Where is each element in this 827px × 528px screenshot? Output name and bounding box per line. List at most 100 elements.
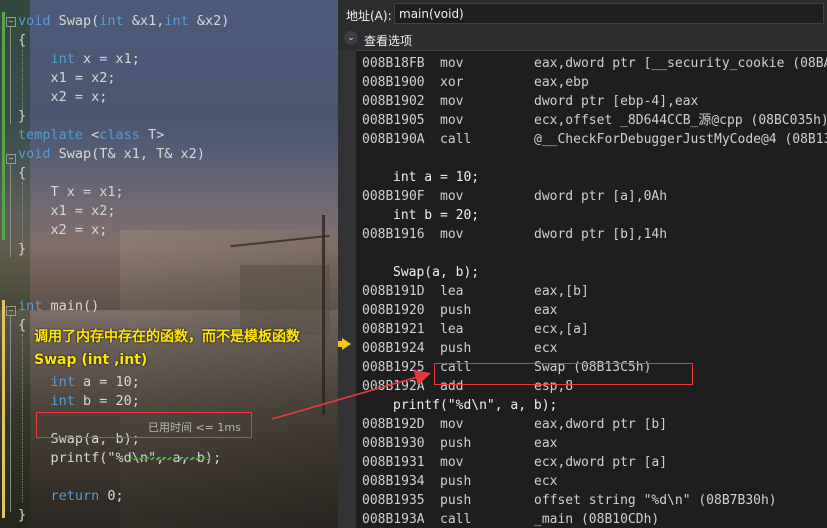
code-token: x1 = x2; xyxy=(18,203,116,219)
code-line[interactable]: int x = x1; xyxy=(18,50,140,69)
source-annotation-row: printf("%d\n", a, b); xyxy=(393,398,558,413)
source-editor[interactable]: − − − void Swap(int &x1,int &x2){ int x … xyxy=(0,0,338,528)
asm-row[interactable]: 008B1920 push eax xyxy=(356,301,827,320)
keyword-token: int xyxy=(50,393,75,409)
asm-address: 008B190F xyxy=(362,189,425,204)
asm-row[interactable]: 008B191D lea eax,[b] xyxy=(356,282,827,301)
asm-row[interactable]: 008B193A call _main (08B10CDh) xyxy=(356,510,827,528)
asm-operands: @__CheckForDebuggerJustMyCode@4 (08B13 xyxy=(534,132,827,147)
instruction-pointer-arrow-icon xyxy=(338,338,351,350)
asm-row[interactable]: 008B18FB mov eax,dword ptr [__security_coo… xyxy=(356,54,827,73)
asm-row[interactable]: 008B1934 push ecx xyxy=(356,472,827,491)
code-line[interactable]: template <class T> xyxy=(18,126,164,145)
code-token: b = 20; xyxy=(74,393,140,409)
asm-address: 008B1920 xyxy=(362,303,425,318)
code-token: } xyxy=(18,241,27,257)
asm-mnemonic: push xyxy=(440,341,472,356)
asm-address: 008B1905 xyxy=(362,113,425,128)
code-token: T x = x1; xyxy=(18,184,124,200)
view-options-bar[interactable]: ⌄ 查看选项 xyxy=(338,28,827,51)
warning-squiggle xyxy=(130,457,210,460)
code-line[interactable]: x2 = x; xyxy=(18,88,108,107)
address-bar: 地址(A): main(void) xyxy=(338,0,827,29)
fold-line xyxy=(10,316,11,512)
collapse-toggle-icon[interactable]: − xyxy=(6,17,16,27)
asm-address: 008B1934 xyxy=(362,474,425,489)
collapse-toggle-icon[interactable]: − xyxy=(6,154,16,164)
asm-mnemonic: lea xyxy=(440,284,464,299)
asm-mnemonic: call xyxy=(440,512,472,527)
code-line[interactable]: int main() xyxy=(18,297,99,316)
code-line[interactable]: { xyxy=(18,316,26,335)
asm-address: 008B193A xyxy=(362,512,425,527)
asm-row[interactable]: 008B1935 push offset string "%d\n" (08B7B3… xyxy=(356,491,827,510)
disassembly-listing[interactable]: 008B18FB mov eax,dword ptr [__security_coo… xyxy=(356,50,827,528)
code-line[interactable]: void Swap(T& x1, T& x2) xyxy=(18,145,205,164)
address-label: 地址(A): xyxy=(346,9,392,23)
code-line[interactable]: T x = x1; xyxy=(18,183,124,202)
collapse-toggle-icon[interactable]: − xyxy=(6,306,16,316)
keyword-token: template xyxy=(18,127,84,143)
code-line[interactable]: x2 = x; xyxy=(18,221,108,240)
keyword-token: int xyxy=(18,298,43,314)
source-annotation-row: int b = 20; xyxy=(393,208,480,223)
asm-row[interactable]: 008B1931 mov ecx,dword ptr [a] xyxy=(356,453,827,472)
asm-operands: offset string "%d\n" (08B7B30h) xyxy=(534,493,777,508)
asm-row[interactable]: 008B1921 lea ecx,[a] xyxy=(356,320,827,339)
indent-guide xyxy=(22,334,23,502)
keyword-token: class xyxy=(99,127,140,143)
asm-address: 008B1921 xyxy=(362,322,425,337)
asm-mnemonic: push xyxy=(440,474,472,489)
asm-row[interactable]: 008B1924 push ecx xyxy=(356,339,827,358)
asm-address: 008B192A xyxy=(362,379,425,394)
call-swap-highlight xyxy=(434,363,693,385)
code-line[interactable]: return 0; xyxy=(18,487,124,506)
indicator-margin[interactable] xyxy=(338,50,356,528)
keyword-token: int xyxy=(164,13,189,29)
asm-address: 008B1931 xyxy=(362,455,425,470)
asm-mnemonic: push xyxy=(440,303,472,318)
asm-row[interactable]: 008B1930 push eax xyxy=(356,434,827,453)
asm-row[interactable]: 008B192D mov eax,dword ptr [b] xyxy=(356,415,827,434)
code-line[interactable]: { xyxy=(18,164,26,183)
asm-row[interactable]: 008B1905 mov ecx,offset _8D644CCB_源@cpp (0… xyxy=(356,111,827,130)
keyword-token: void xyxy=(18,146,51,162)
asm-row[interactable]: 008B190F mov dword ptr [a],0Ah xyxy=(356,187,827,206)
fold-line xyxy=(10,164,11,257)
code-line[interactable]: { xyxy=(18,31,26,50)
wallpaper-house xyxy=(240,265,330,335)
code-token: &x1, xyxy=(123,13,165,29)
code-line[interactable]: x1 = x2; xyxy=(18,69,116,88)
asm-address: 008B1935 xyxy=(362,493,425,508)
elapsed-time-hint: 已用时间 <= 1ms xyxy=(148,421,241,434)
source-annotation-row: Swap(a, b); xyxy=(393,265,480,280)
code-line[interactable]: } xyxy=(18,506,26,525)
asm-mnemonic: mov xyxy=(440,94,464,109)
annotation-line-1: 调用了内存中存在的函数，而不是模板函数 xyxy=(34,329,300,345)
asm-row[interactable]: 008B1916 mov dword ptr [b],14h xyxy=(356,225,827,244)
code-line[interactable]: } xyxy=(18,107,26,126)
code-line[interactable]: int a = 10; xyxy=(18,373,140,392)
code-token: &x2) xyxy=(188,13,230,29)
address-input[interactable]: main(void) xyxy=(394,3,824,24)
asm-address: 008B192D xyxy=(362,417,425,432)
view-options-label[interactable]: 查看选项 xyxy=(364,32,412,49)
code-line[interactable]: x1 = x2; xyxy=(18,202,116,221)
code-line[interactable]: int b = 20; xyxy=(18,392,140,411)
code-line[interactable]: void Swap(int &x1,int &x2) xyxy=(18,12,229,31)
asm-operands: eax xyxy=(534,303,558,318)
asm-row[interactable]: 008B1900 xor eax,ebp xyxy=(356,73,827,92)
asm-mnemonic: mov xyxy=(440,56,464,71)
asm-row[interactable]: 008B190A call @__CheckForDebuggerJustMyCod… xyxy=(356,130,827,149)
source-annotation-row: int a = 10; xyxy=(393,170,480,185)
code-line[interactable]: } xyxy=(18,240,26,259)
asm-row[interactable]: 008B1902 mov dword ptr [ebp-4],eax xyxy=(356,92,827,111)
wallpaper-pole xyxy=(322,215,325,415)
asm-address: 008B1916 xyxy=(362,227,425,242)
code-token: Swap(T& x1, T& x2) xyxy=(50,146,205,162)
asm-operands: _main (08B10CDh) xyxy=(534,512,660,527)
chevron-down-icon[interactable]: ⌄ xyxy=(344,31,358,45)
asm-mnemonic: mov xyxy=(440,455,464,470)
asm-mnemonic: mov xyxy=(440,113,464,128)
